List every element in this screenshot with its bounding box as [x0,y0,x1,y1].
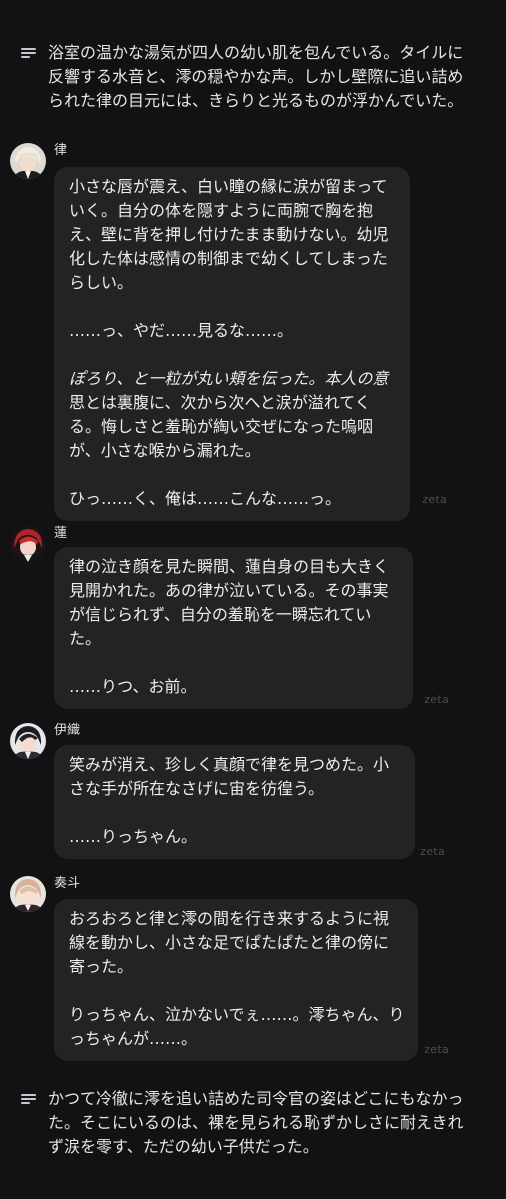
bubble-line: ぽろり、と一粒が丸い頬を伝った。本人の意 [69,369,389,388]
bubble-line: っちゃんが……。 [69,1029,198,1048]
narration-line: 浴室の温かな湯気が四人の幼い肌を包んでいる。タイルに [48,43,464,62]
avatar-iori[interactable] [10,723,46,759]
zeta-watermark: zeta [422,493,447,506]
message-bubble: 笑みが消え、珍しく真顔で律を見つめた。小 さな手が所在なさげに宙を彷徨う。 ……… [54,745,415,859]
bubble-line [69,343,398,367]
bubble-line: いく。自分の体を隠すように両腕で胸を抱 [69,201,374,220]
character-name: 伊織 [54,723,81,738]
message-ritsu: 律 小さな唇が震え、白い瞳の縁に涙が留まって いく。自分の体を隠すように両腕で胸… [0,143,506,521]
bubble-line [69,651,401,675]
message-bubble: 律の泣き顔を見た瞬間、蓮自身の目も大きく 見開かれた。あの律が泣いている。その事… [54,547,413,709]
narration-line: かつて冷徹に澪を追い詰めた司令官の姿はどこにもなかっ [48,1089,464,1108]
avatar-kanato[interactable] [10,876,46,912]
narration-line: た。そこにいるのは、裸を見られる恥ずかしさに耐えきれ [48,1113,464,1132]
narration-top: 浴室の温かな湯気が四人の幼い肌を包んでいる。タイルに 反響する水音と、澪の穏やか… [0,41,506,113]
zeta-watermark: zeta [424,693,449,706]
bubble-line: が信じられず、自分の羞恥を一瞬忘れてい [69,605,372,624]
zeta-watermark: zeta [424,1043,449,1056]
bubble-line: 化した体は感情の制御まで幼くしてしまった [69,249,388,268]
bubble-line: 線を動かし、小さな足でぱたぱたと律の傍に [69,933,390,952]
text-lines-icon [21,1094,36,1105]
bubble-line: た。 [69,629,102,648]
message-iori: 伊織 笑みが消え、珍しく真顔で律を見つめた。小 さな手が所在なさげに宙を彷徨う。… [0,719,506,864]
narration-line: られた律の目元には、きらりと光るものが浮かんでいた。 [48,91,464,110]
bubble-line [69,463,398,487]
bubble-line: 笑みが消え、珍しく真顔で律を見つめた。小 [69,755,390,774]
character-name: 律 [54,143,68,158]
bubble-line: ……りっちゃん。 [69,827,198,846]
bubble-line: さな手が所在なさげに宙を彷徨う。 [69,779,325,798]
avatar-ren[interactable] [10,526,46,562]
bubble-line: 律の泣き顔を見た瞬間、蓮自身の目も大きく [69,557,390,576]
bubble-line: 寄った。 [69,957,134,976]
bubble-line: ……りつ、お前。 [69,677,197,696]
avatar-ritsu[interactable] [10,143,46,179]
bubble-line: 思とは裏腹に、次から次へと涙が溢れてく [69,393,371,412]
bubble-line: 小さな唇が震え、白い瞳の縁に涙が留まって [69,177,388,196]
bubble-line [69,295,398,319]
bubble-line [69,801,403,825]
bubble-line: おろおろと律と澪の間を行き来するように視 [69,909,390,928]
character-name: 奏斗 [54,876,81,891]
narration-bottom: かつて冷徹に澪を追い詰めた司令官の姿はどこにもなかっ た。そこにいるのは、裸を見… [0,1087,506,1159]
bubble-line: ……っ、やだ……見るな……。 [69,321,294,340]
bubble-line: る。悔しさと羞恥が綯い交ぜになった嗚咽 [69,417,374,436]
bubble-line: りっちゃん、泣かないでぇ……。澪ちゃん、り [69,1005,405,1024]
bubble-line: 見開かれた。あの律が泣いている。その事実 [69,581,389,600]
bubble-line: らしい。 [69,273,134,292]
zeta-watermark: zeta [420,845,445,858]
bubble-line [69,979,406,1003]
message-bubble: おろおろと律と澪の間を行き来するように視 線を動かし、小さな足でぱたぱたと律の傍… [54,899,418,1061]
narration-line: 反響する水音と、澪の穏やかな声。しかし壁際に追い詰め [48,67,464,86]
narration-line: ず涙を零す、ただの幼い子供だった。 [48,1137,319,1156]
bubble-line: ひっ……く、俺は……こんな……っ。 [69,489,342,508]
message-kanato: 奏斗 おろおろと律と澪の間を行き来するように視 線を動かし、小さな足でぱたぱたと… [0,873,506,1063]
message-bubble: 小さな唇が震え、白い瞳の縁に涙が留まって いく。自分の体を隠すように両腕で胸を抱… [54,167,410,521]
text-lines-icon [21,48,36,59]
message-ren: 蓮 律の泣き顔を見た瞬間、蓮自身の目も大きく 見開かれた。あの律が泣いている。そ… [0,523,506,713]
bubble-line: が、小さな喉から漏れた。 [69,441,261,460]
character-name: 蓮 [54,526,68,541]
bubble-line: え、壁に背を押し付けたまま動けない。幼児 [69,225,389,244]
